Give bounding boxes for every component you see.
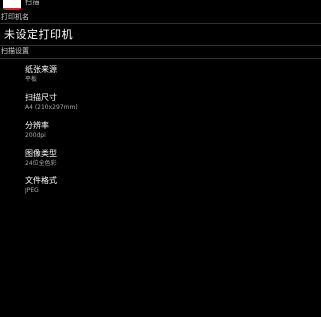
- setting-title: 图像类型: [25, 149, 57, 158]
- setting-paper-source[interactable]: 纸张来源 平板: [0, 62, 321, 90]
- setting-value: A4 (210x297mm): [25, 104, 78, 111]
- setting-file-format[interactable]: 文件格式 JPEG: [0, 173, 321, 201]
- setting-title: 文件格式: [25, 176, 57, 185]
- setting-value: JPEG: [25, 187, 39, 194]
- section-divider: [0, 23, 321, 24]
- setting-value: 24位全色彩: [25, 160, 57, 167]
- app-bar: 扫描: [0, 0, 321, 11]
- scan-settings-header: 扫描设置: [1, 47, 29, 55]
- setting-value: 平板: [25, 76, 38, 83]
- app-title: 扫描: [25, 0, 40, 6]
- setting-image-type[interactable]: 图像类型 24位全色彩: [0, 146, 321, 174]
- setting-value: 200dpi: [25, 132, 46, 139]
- printer-name-item[interactable]: 未设定打印机: [4, 28, 73, 42]
- setting-scan-size[interactable]: 扫描尺寸 A4 (210x297mm): [0, 90, 321, 118]
- printer-section-header: 打印机名: [1, 13, 29, 21]
- setting-title: 分辨率: [25, 121, 49, 130]
- section-divider: [0, 58, 321, 59]
- setting-title: 扫描尺寸: [25, 93, 57, 102]
- setting-title: 纸张来源: [25, 65, 57, 74]
- app-logo-icon[interactable]: [3, 0, 21, 10]
- section-divider: [0, 45, 321, 46]
- setting-resolution[interactable]: 分辨率 200dpi: [0, 118, 321, 146]
